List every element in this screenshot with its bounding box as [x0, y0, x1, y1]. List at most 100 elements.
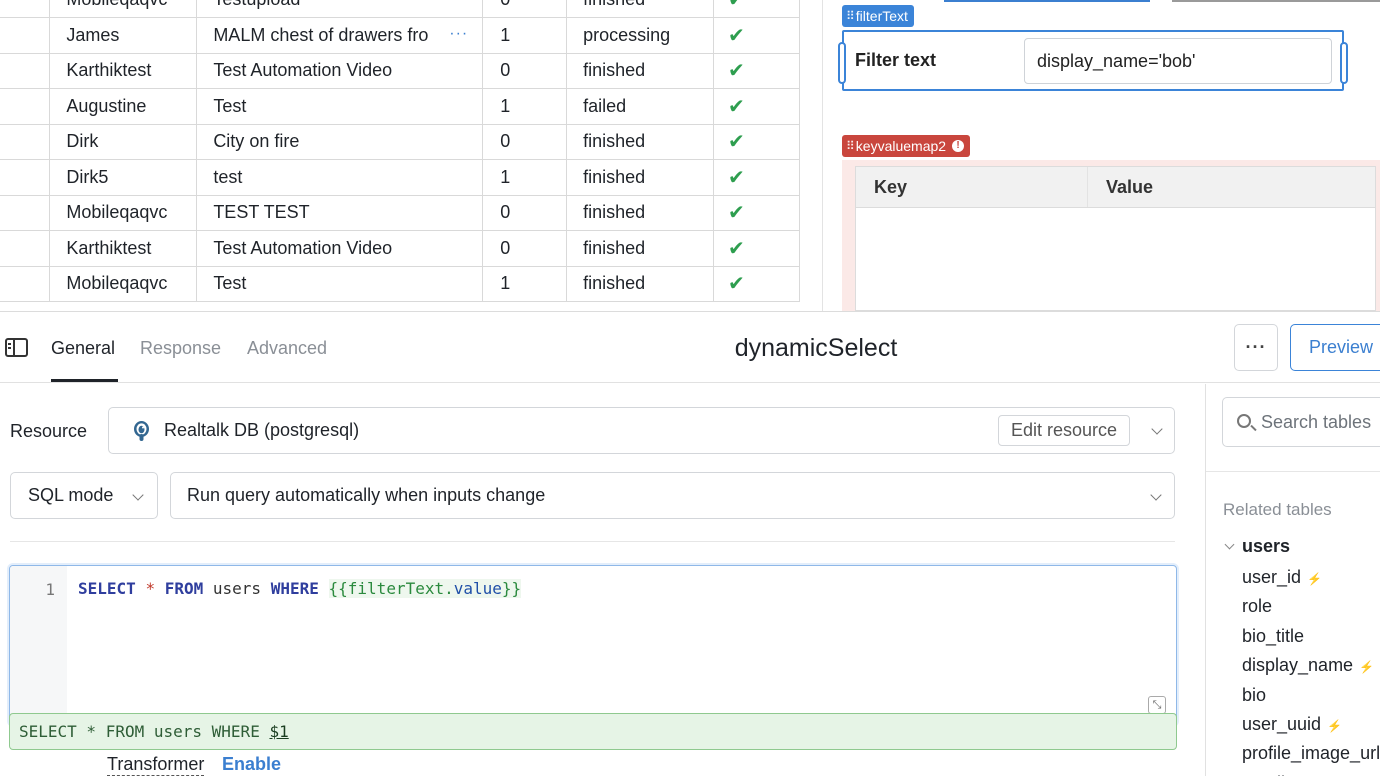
row-gutter-cell	[0, 88, 51, 125]
cell-title[interactable]: Testupload	[196, 0, 484, 18]
template-expression: {{filterText.value}}	[328, 579, 522, 598]
search-tables-input[interactable]: Search tables	[1222, 397, 1380, 447]
cell-title[interactable]: Test	[196, 266, 484, 302]
sql-identifier: users	[212, 579, 262, 598]
preview-button[interactable]: Preview	[1290, 324, 1380, 371]
table-row[interactable]: Karthiktest Test Automation Video 0 finishe…	[0, 230, 800, 267]
cell-title[interactable]: TEST TEST	[196, 195, 484, 231]
cell-title[interactable]: City on fire	[196, 124, 484, 160]
table-row[interactable]: Dirk City on fire 0 finished ✔	[0, 124, 800, 160]
more-options-button[interactable]: ···	[1234, 324, 1278, 371]
bolt-icon: ⚡	[1359, 660, 1375, 675]
table-row[interactable]: James MALM chest of drawers fro ··· 1 proces…	[0, 17, 800, 54]
cell-count[interactable]: 1	[482, 88, 568, 125]
resize-handle-right[interactable]	[1340, 42, 1348, 84]
filter-text-component[interactable]: Filter text display_name='bob'	[838, 30, 1348, 91]
cell-status[interactable]: processing	[566, 17, 715, 54]
run-mode-select[interactable]: Run query automatically when inputs chan…	[170, 472, 1175, 519]
more-icon[interactable]: ···	[449, 25, 468, 43]
resource-select[interactable]: Realtalk DB (postgresql) Edit resource	[108, 407, 1175, 454]
query-name-title[interactable]: dynamicSelect	[0, 334, 1380, 363]
cell-title[interactable]: test	[196, 159, 484, 196]
cell-title[interactable]: MALM chest of drawers fro ···	[196, 17, 484, 54]
cell-status[interactable]: finished	[566, 124, 715, 160]
cell-count[interactable]: 0	[482, 0, 568, 18]
cell-title[interactable]: Test Automation Video	[196, 230, 484, 267]
row-gutter-cell	[0, 195, 51, 231]
schema-column-item[interactable]: bio	[1242, 685, 1380, 714]
cell-status[interactable]: finished	[566, 195, 715, 231]
tab-indicator-active[interactable]	[944, 0, 1150, 2]
edit-resource-button[interactable]: Edit resource	[998, 415, 1130, 446]
sql-keyword: SELECT	[78, 579, 136, 598]
cell-name[interactable]: Mobileqaqvc	[49, 195, 198, 231]
code-line[interactable]: SELECT * FROM users WHERE {{filterText.v…	[78, 579, 522, 598]
editor-gutter: 1	[10, 566, 67, 724]
cell-status[interactable]: finished	[566, 159, 715, 196]
schema-table-name[interactable]: users	[1242, 536, 1290, 557]
schema-column-item[interactable]: user_id ⚡	[1242, 567, 1380, 596]
cell-name[interactable]: Augustine	[49, 88, 198, 125]
sql-operator: *	[145, 579, 156, 598]
table-row[interactable]: Mobileqaqvc Testupload 0finished✔	[0, 0, 800, 18]
cell-title-text: MALM chest of drawers fro	[213, 24, 429, 45]
drag-handle-icon[interactable]: ⠿	[846, 135, 855, 157]
warning-icon[interactable]: !	[952, 140, 965, 152]
cell-status[interactable]: finished	[566, 0, 715, 18]
chevron-down-icon[interactable]	[1224, 539, 1235, 550]
schema-column-item[interactable]: profile_image_url	[1242, 743, 1380, 772]
cell-name[interactable]: Dirk5	[49, 159, 198, 196]
drag-handle-icon[interactable]: ⠿	[846, 5, 855, 27]
cell-count[interactable]: 1	[482, 266, 568, 302]
cell-status[interactable]: finished	[566, 266, 715, 302]
cell-count[interactable]: 1	[482, 159, 568, 196]
resize-handle-left[interactable]	[838, 42, 846, 84]
sql-code-editor[interactable]: 1 SELECT * FROM users WHERE {{filterText…	[9, 565, 1177, 725]
cell-name[interactable]: James	[49, 17, 198, 54]
table-row[interactable]: Dirk5 test 1 finished ✔	[0, 159, 800, 196]
component-tag-filtertext[interactable]: ⠿ filterText	[842, 5, 914, 27]
column-name: user_id	[1242, 567, 1302, 587]
bolt-icon: ⚡	[1327, 718, 1343, 733]
tab-indicator-inactive[interactable]	[1172, 0, 1380, 2]
schema-column-item[interactable]: bio_title	[1242, 626, 1380, 655]
row-gutter-cell	[0, 0, 51, 18]
component-tag-keyvaluemap[interactable]: ⠿ keyvaluemap2 !	[842, 135, 971, 157]
check-icon: ✔	[713, 230, 800, 267]
table-row[interactable]: Karthiktest Test Automation Video 0 finishe…	[0, 53, 800, 89]
table-row[interactable]: Mobileqaqvc Test 1 finished ✔	[0, 266, 800, 302]
cell-count[interactable]: 0	[482, 195, 568, 231]
chevron-down-icon	[1150, 489, 1162, 501]
schema-column-item[interactable]: user_uuid ⚡	[1242, 714, 1380, 743]
cell-count[interactable]: 0	[482, 53, 568, 89]
sql-mode-select[interactable]: SQL mode	[10, 472, 158, 519]
cell-name[interactable]: Mobileqaqvc	[49, 266, 198, 302]
schema-column-item[interactable]: display_name ⚡	[1242, 655, 1380, 684]
schema-column-item[interactable]: role	[1242, 596, 1380, 625]
kv-header-key: Key	[856, 167, 1088, 207]
cell-title[interactable]: Test	[196, 88, 484, 125]
keyvaluemap-component[interactable]: Key Value	[855, 166, 1376, 311]
cell-name[interactable]: Dirk	[49, 124, 198, 160]
query-settings: Resource Realtalk DB (postgresql) Edit r…	[0, 384, 1205, 776]
enable-transformer-link[interactable]: Enable	[222, 754, 281, 775]
cell-status[interactable]: finished	[566, 53, 715, 89]
cell-status[interactable]: finished	[566, 230, 715, 267]
cell-count[interactable]: 0	[482, 230, 568, 267]
cell-count[interactable]: 0	[482, 124, 568, 160]
active-tab-underline	[51, 379, 118, 382]
chevron-down-icon	[1151, 423, 1163, 435]
filter-text-input[interactable]: display_name='bob'	[1024, 38, 1332, 84]
cell-name[interactable]: Mobileqaqvc	[49, 0, 198, 18]
cell-name[interactable]: Karthiktest	[49, 230, 198, 267]
table-row[interactable]: Augustine Test 1 failed ✔	[0, 88, 800, 125]
table-row[interactable]: Mobileqaqvc TEST TEST 0 finished ✔	[0, 195, 800, 231]
cell-name[interactable]: Karthiktest	[49, 53, 198, 89]
line-number: 1	[45, 580, 55, 599]
cell-status[interactable]: failed	[566, 88, 715, 125]
cell-count[interactable]: 1	[482, 17, 568, 54]
expand-editor-icon[interactable]: ⤡	[1148, 696, 1166, 714]
cell-title-text: Testupload	[213, 0, 439, 10]
related-tables-label: Related tables	[1223, 500, 1332, 519]
cell-title[interactable]: Test Automation Video	[196, 53, 484, 89]
